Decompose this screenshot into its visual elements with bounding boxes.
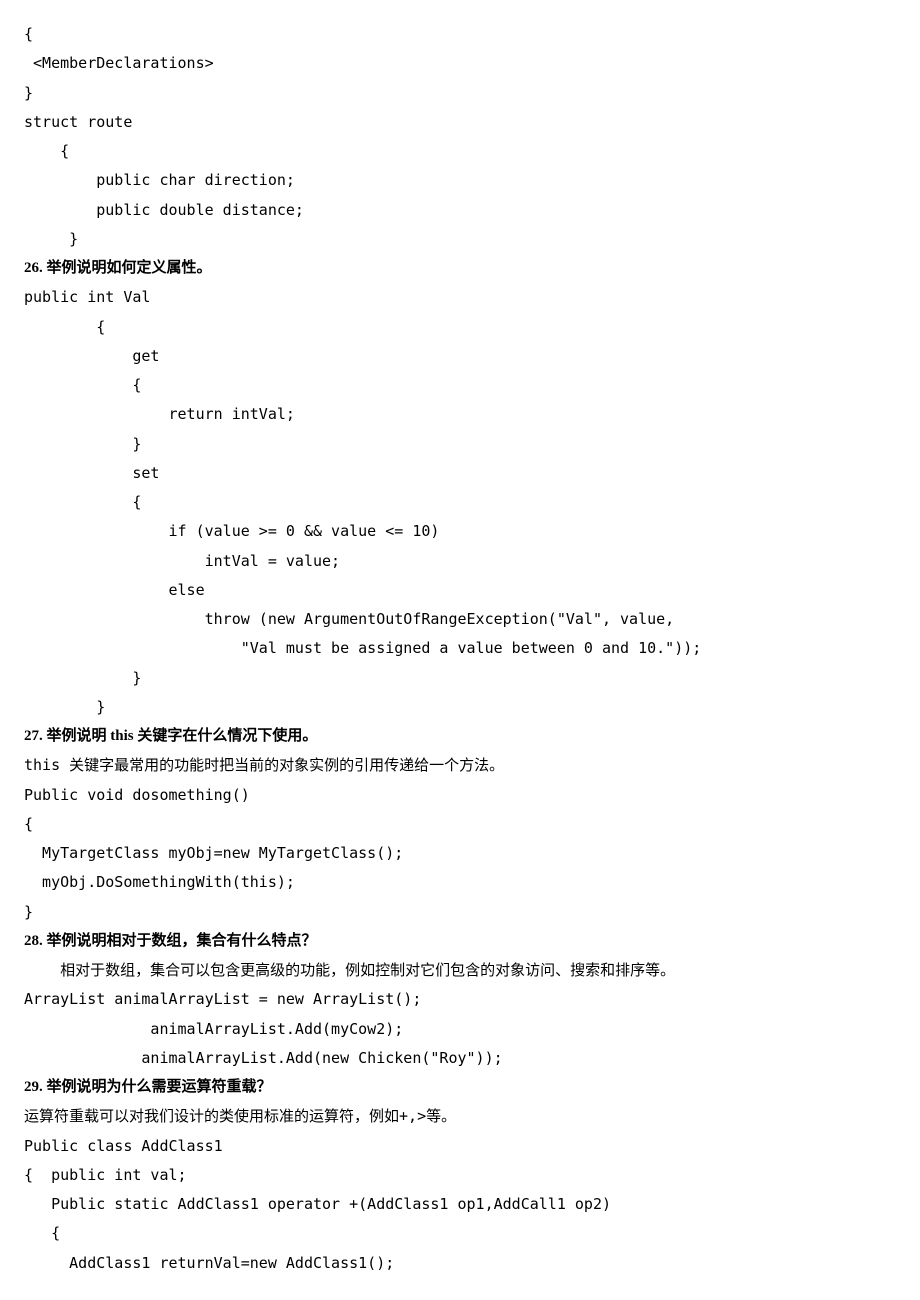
code-line: { xyxy=(24,371,896,400)
code-line: { public int val; xyxy=(24,1161,896,1190)
question-27-title: 27. 举例说明 this 关键字在什么情况下使用。 xyxy=(24,722,896,751)
text-line: this 关键字最常用的功能时把当前的对象实例的引用传递给一个方法。 xyxy=(24,751,896,780)
code-line: AddClass1 returnVal=new AddClass1(); xyxy=(24,1249,896,1278)
code-line: MyTargetClass myObj=new MyTargetClass(); xyxy=(24,839,896,868)
question-26-title: 26. 举例说明如何定义属性。 xyxy=(24,254,896,283)
code-line: ArrayList animalArrayList = new ArrayLis… xyxy=(24,985,896,1014)
code-line: public double distance; xyxy=(24,196,896,225)
code-line: throw (new ArgumentOutOfRangeException("… xyxy=(24,605,896,634)
code-line: Public void dosomething() xyxy=(24,781,896,810)
code-line: Public class AddClass1 xyxy=(24,1132,896,1161)
code-line: intVal = value; xyxy=(24,547,896,576)
code-line: } xyxy=(24,79,896,108)
code-line: } xyxy=(24,430,896,459)
code-line: public int Val xyxy=(24,283,896,312)
text-line: 相对于数组，集合可以包含更高级的功能，例如控制对它们包含的对象访问、搜索和排序等… xyxy=(24,956,896,985)
code-line: myObj.DoSomethingWith(this); xyxy=(24,868,896,897)
code-line: "Val must be assigned a value between 0 … xyxy=(24,634,896,663)
code-line: struct route xyxy=(24,108,896,137)
code-line: get xyxy=(24,342,896,371)
code-line: { xyxy=(24,488,896,517)
code-line: animalArrayList.Add(new Chicken("Roy")); xyxy=(24,1044,896,1073)
text-line: 运算符重载可以对我们设计的类使用标准的运算符，例如+,>等。 xyxy=(24,1102,896,1131)
code-line: return intVal; xyxy=(24,400,896,429)
code-line: } xyxy=(24,693,896,722)
code-line: { xyxy=(24,137,896,166)
code-line: } xyxy=(24,898,896,927)
code-line: Public static AddClass1 operator +(AddCl… xyxy=(24,1190,896,1219)
question-28-title: 28. 举例说明相对于数组，集合有什么特点？ xyxy=(24,927,896,956)
code-line: { xyxy=(24,20,896,49)
code-line: } xyxy=(24,664,896,693)
code-line: public char direction; xyxy=(24,166,896,195)
code-line: <MemberDeclarations> xyxy=(24,49,896,78)
code-line: set xyxy=(24,459,896,488)
code-line: if (value >= 0 && value <= 10) xyxy=(24,517,896,546)
code-line: { xyxy=(24,313,896,342)
code-line: animalArrayList.Add(myCow2); xyxy=(24,1015,896,1044)
code-line: { xyxy=(24,810,896,839)
code-line: } xyxy=(24,225,896,254)
code-line: { xyxy=(24,1219,896,1248)
question-29-title: 29. 举例说明为什么需要运算符重载？ xyxy=(24,1073,896,1102)
code-line: else xyxy=(24,576,896,605)
